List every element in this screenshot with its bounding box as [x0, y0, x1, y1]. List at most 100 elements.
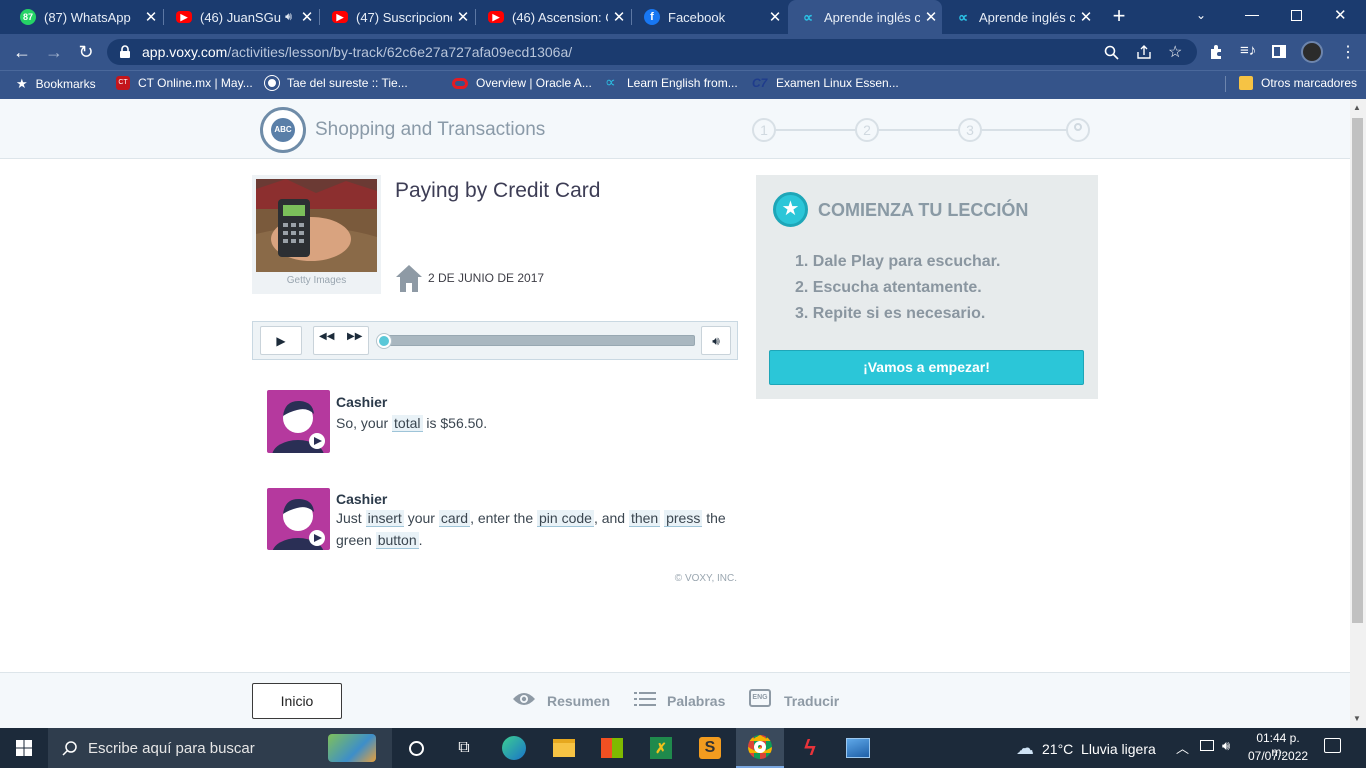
home-icon: [396, 265, 422, 292]
share-icon[interactable]: [1136, 44, 1152, 60]
traducir-link[interactable]: Traducir: [784, 693, 839, 709]
edge-icon: [502, 736, 526, 760]
clock-date[interactable]: 07/07/2022: [1248, 749, 1308, 763]
volume-button[interactable]: 🔊︎: [701, 326, 731, 355]
close-icon[interactable]: ✕: [764, 8, 786, 26]
close-icon[interactable]: ✕: [920, 8, 942, 26]
bookmark-other[interactable]: Otros marcadores: [1239, 76, 1357, 90]
audio-progress-handle[interactable]: [377, 334, 391, 348]
volume-icon[interactable]: 🔊︎: [1222, 738, 1230, 754]
rain-cloud-icon: ☁: [1016, 738, 1034, 758]
media-control-icon[interactable]: ≡♪: [1240, 42, 1256, 59]
credit-card-terminal-image: [256, 179, 377, 272]
menu-icon[interactable]: ⋮: [1340, 42, 1356, 62]
close-icon[interactable]: ✕: [608, 8, 630, 26]
tab-voxy-active[interactable]: ∝ Aprende inglés c ✕: [788, 0, 942, 34]
tab-search-icon[interactable]: ⌄: [1196, 8, 1206, 22]
page-content: ABC Shopping and Transactions 1 2 3 Gett…: [0, 99, 1350, 728]
bookmark-linux[interactable]: C7 Examen Linux Essen...: [752, 76, 899, 90]
vocabulary-word[interactable]: then: [628, 510, 661, 527]
speaker-avatar[interactable]: [267, 488, 330, 550]
bookmark-tae[interactable]: Tae del sureste :: Tie...: [265, 76, 408, 90]
audio-progress-track[interactable]: [381, 335, 695, 346]
store-button[interactable]: [588, 728, 636, 768]
explorer-button[interactable]: [540, 728, 588, 768]
speaker-avatar[interactable]: [267, 390, 330, 453]
excel-button[interactable]: ✗: [637, 728, 685, 768]
vocabulary-word[interactable]: press: [664, 510, 703, 527]
edge-button[interactable]: [490, 728, 538, 768]
step-3: 3: [958, 118, 982, 142]
scroll-down-arrow[interactable]: ▼: [1353, 714, 1361, 723]
new-tab-button[interactable]: +: [1108, 5, 1130, 29]
tray-chevron-icon[interactable]: ︿: [1176, 738, 1189, 757]
bookmark-bookmarks[interactable]: ★ Bookmarks: [16, 76, 96, 92]
reload-button[interactable]: ↻: [74, 40, 98, 64]
vocabulary-word[interactable]: card: [438, 510, 471, 527]
close-icon[interactable]: ✕: [452, 8, 474, 26]
vocabulary-word[interactable]: insert: [365, 510, 404, 527]
tab-youtube-ascension[interactable]: ▶ (46) Ascension: C ✕: [476, 0, 630, 34]
tab-youtube-suscripciones[interactable]: ▶ (47) Suscripcione ✕: [320, 0, 474, 34]
close-icon[interactable]: ✕: [140, 8, 162, 26]
progress-track: [774, 129, 1078, 131]
palabras-link[interactable]: Palabras: [667, 693, 725, 709]
close-window-button[interactable]: ✕: [1334, 6, 1347, 24]
ct-icon: CT: [116, 76, 130, 90]
start-lesson-button[interactable]: ¡Vamos a empezar!: [769, 350, 1084, 385]
weather-widget[interactable]: ☁ 21°C Lluvia ligera: [1016, 738, 1156, 759]
profile-avatar[interactable]: [1301, 41, 1323, 63]
cortana-button[interactable]: [392, 728, 440, 768]
photos-button[interactable]: [834, 728, 882, 768]
dialogue-text: .: [418, 532, 423, 548]
eye-icon: [513, 693, 535, 705]
youtube-icon: ▶: [332, 11, 348, 23]
folder-icon: [553, 739, 575, 757]
minimize-button[interactable]: [1245, 8, 1259, 22]
search-icon: [62, 741, 77, 756]
bookmark-voxy[interactable]: ∝ Learn English from...: [605, 75, 738, 90]
taskbar-search[interactable]: Escribe aquí para buscar: [48, 728, 392, 768]
close-icon[interactable]: ✕: [296, 8, 318, 26]
speaker-icon[interactable]: 🔊︎: [285, 11, 292, 24]
tab-facebook[interactable]: f Facebook ✕: [632, 0, 786, 34]
step-2: 2: [855, 118, 879, 142]
task-view-icon: ⧉: [458, 739, 470, 756]
lock-icon: [120, 45, 130, 58]
zoom-icon[interactable]: [1104, 45, 1119, 60]
bookmark-star-icon[interactable]: ☆: [1168, 42, 1182, 62]
network-icon[interactable]: [1200, 740, 1214, 751]
start-button[interactable]: [0, 728, 48, 768]
close-icon[interactable]: ✕: [1075, 8, 1097, 26]
forward-button[interactable]: →: [42, 40, 66, 64]
task-view-button[interactable]: ⧉: [440, 728, 488, 768]
chrome-button[interactable]: [736, 728, 784, 768]
tab-whatsapp[interactable]: 87 (87) WhatsApp ✕: [8, 0, 162, 34]
image-credit: Getty Images: [286, 275, 347, 286]
flash-app-button[interactable]: ϟ: [786, 728, 834, 768]
tab-youtube-juansgu[interactable]: ▶ (46) JuanSGu 🔊︎ ✕: [164, 0, 318, 34]
forward-button[interactable]: ▶▶: [347, 331, 362, 342]
dialogue-text: is $56.50.: [422, 415, 488, 431]
youtube-icon: ▶: [488, 11, 504, 23]
restore-button[interactable]: [1291, 10, 1302, 21]
side-panel-icon[interactable]: [1272, 45, 1286, 58]
scrollbar-thumb[interactable]: [1352, 118, 1363, 623]
home-button[interactable]: Inicio: [252, 683, 342, 719]
notification-icon[interactable]: [1324, 738, 1341, 753]
vocabulary-word[interactable]: button: [375, 532, 419, 549]
bookmark-oracle[interactable]: Overview | Oracle A...: [452, 76, 592, 90]
rewind-button[interactable]: ◀◀: [319, 331, 334, 342]
resumen-link[interactable]: Resumen: [547, 693, 610, 709]
bookmark-ct-online[interactable]: CT CT Online.mx | May...: [116, 76, 253, 90]
vocabulary-word[interactable]: pin code: [537, 510, 594, 527]
play-button[interactable]: ▶: [260, 326, 302, 355]
vocabulary-word[interactable]: total: [392, 415, 423, 432]
sublime-button[interactable]: S: [686, 728, 734, 768]
back-button[interactable]: ←: [10, 40, 34, 64]
scroll-up-arrow[interactable]: ▲: [1353, 103, 1361, 112]
tab-label: Facebook: [668, 9, 726, 25]
extensions-icon[interactable]: [1208, 44, 1224, 60]
start-lesson-panel: ★ COMIENZA TU LECCIÓN 1. Dale Play para …: [756, 175, 1098, 399]
tab-voxy[interactable]: ∝ Aprende inglés c ✕: [943, 0, 1097, 34]
